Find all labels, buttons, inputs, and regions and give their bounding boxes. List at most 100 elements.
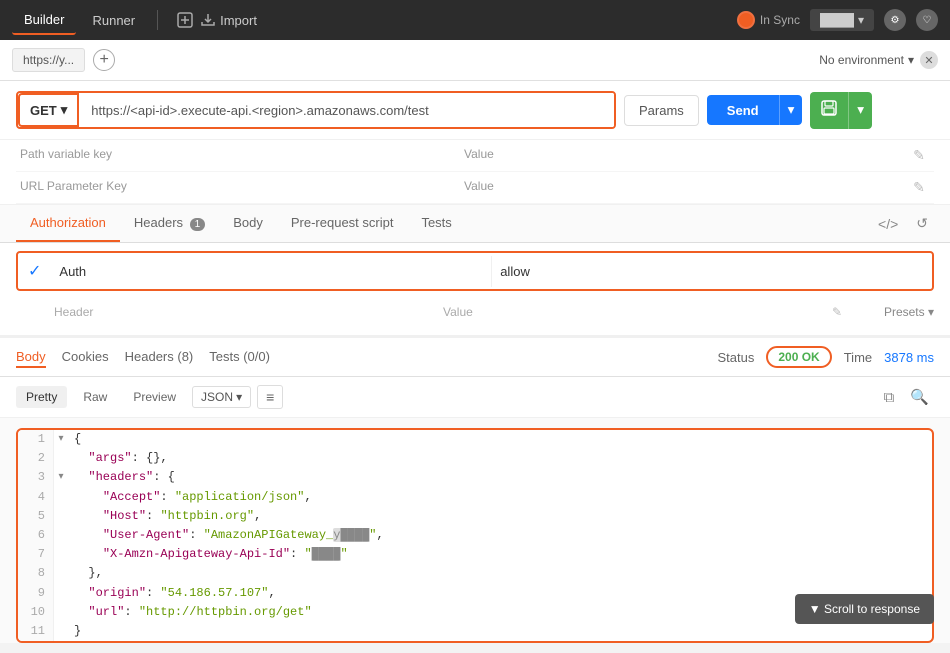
header-placeholder-row: Header Value ✎ Presets ▾ — [16, 297, 934, 327]
url-bar-row: https://y... + No environment ▾ ✕ — [0, 40, 950, 81]
search-button[interactable]: 🔍 — [905, 385, 934, 409]
favorites-button[interactable]: ♡ — [916, 9, 938, 31]
params-button[interactable]: Params — [624, 95, 699, 126]
line-toggle-11 — [54, 622, 68, 641]
line-toggle-2 — [54, 449, 68, 468]
code-icon-button[interactable]: </> — [872, 211, 904, 236]
main-content: GET ▾ Params Send ▾ ▾ Path variable key … — [0, 81, 950, 643]
line-toggle-3[interactable]: ▾ — [54, 468, 68, 487]
runner-tab[interactable]: Runner — [80, 7, 147, 34]
resp-tab-cookies[interactable]: Cookies — [62, 347, 109, 368]
code-line-6: 6 "User-Agent": "AmazonAPIGateway_y████"… — [18, 526, 932, 545]
format-pretty[interactable]: Pretty — [16, 386, 67, 408]
placeholder-spacer — [16, 308, 46, 316]
time-value: 3878 ms — [884, 350, 934, 365]
save-dropdown-button[interactable]: ▾ — [848, 92, 872, 129]
reset-icon-button[interactable]: ↺ — [910, 211, 934, 236]
top-bar-left: Builder Runner Import — [12, 6, 257, 35]
tab-actions: </> ↺ — [872, 211, 934, 236]
response-tabs-bar: Body Cookies Headers (8) Tests (0/0) Sta… — [0, 338, 950, 377]
add-tab-button[interactable]: + — [93, 49, 115, 71]
code-line-4: 4 "Accept": "application/json", — [18, 488, 932, 507]
url-input[interactable] — [79, 93, 614, 127]
env-close-button[interactable]: ✕ — [920, 51, 938, 69]
tab-body-label: Body — [233, 215, 263, 230]
resp-tab-tests[interactable]: Tests (0/0) — [209, 347, 270, 368]
tab-headers[interactable]: Headers 1 — [120, 205, 219, 242]
line-num-10: 10 — [18, 603, 54, 622]
sync-label: In Sync — [760, 13, 800, 27]
resp-tab-body[interactable]: Body — [16, 347, 46, 368]
header-key-input[interactable] — [51, 256, 491, 287]
send-button[interactable]: Send — [707, 95, 779, 125]
current-tab: https://y... — [12, 48, 85, 72]
tab-body[interactable]: Body — [219, 205, 277, 242]
line-num-11: 11 — [18, 622, 54, 641]
profile-button[interactable]: ████ ▾ — [810, 9, 874, 31]
env-button[interactable]: No environment ▾ — [819, 53, 914, 67]
format-raw[interactable]: Raw — [73, 386, 117, 408]
json-label: JSON — [201, 390, 233, 404]
new-tab-button[interactable] — [176, 11, 194, 29]
presets-button[interactable]: Presets ▾ — [854, 305, 934, 319]
json-select[interactable]: JSON ▾ — [192, 386, 251, 408]
format-preview[interactable]: Preview — [123, 386, 186, 408]
url-key-label: URL Parameter Key — [16, 172, 460, 204]
line-num-9: 9 — [18, 584, 54, 603]
headers-badge: 1 — [190, 218, 206, 231]
sync-indicator: In Sync — [737, 11, 800, 29]
scroll-to-response-button[interactable]: ▼ Scroll to response — [795, 594, 934, 624]
check-icon: ✓ — [28, 261, 41, 281]
code-line-8: 8 }, — [18, 564, 932, 583]
top-bar-right: In Sync ████ ▾ ⚙ ♡ — [737, 9, 938, 31]
line-num-6: 6 — [18, 526, 54, 545]
wrap-button[interactable]: ≡ — [257, 385, 283, 409]
status-label: Status — [718, 350, 755, 365]
json-arrow: ▾ — [236, 390, 242, 404]
line-content-8: }, — [68, 564, 932, 583]
sync-dot — [737, 11, 755, 29]
import-button[interactable]: Import — [200, 12, 257, 28]
settings-button[interactable]: ⚙ — [884, 9, 906, 31]
line-content-11: } — [68, 622, 932, 641]
line-num-5: 5 — [18, 507, 54, 526]
line-toggle-7 — [54, 545, 68, 564]
status-badge: 200 OK — [766, 346, 831, 368]
path-value-label: Value — [460, 140, 904, 172]
path-key-label: Path variable key — [16, 140, 460, 172]
line-toggle-4 — [54, 488, 68, 507]
tab-pre-request[interactable]: Pre-request script — [277, 205, 408, 242]
code-line-5: 5 "Host": "httpbin.org", — [18, 507, 932, 526]
code-line-11: 11 } — [18, 622, 932, 641]
line-content-4: "Accept": "application/json", — [68, 488, 932, 507]
env-label: No environment — [819, 53, 904, 67]
import-label: Import — [220, 13, 257, 28]
code-line-1: 1 ▾ { — [18, 430, 932, 449]
line-toggle-9 — [54, 584, 68, 603]
resp-tab-headers[interactable]: Headers (8) — [125, 347, 194, 368]
placeholder-edit: ✎ — [824, 301, 854, 323]
copy-button[interactable]: ⧉ — [879, 385, 900, 409]
tab-tests-label: Tests — [421, 215, 451, 230]
tab-authorization-label: Authorization — [30, 215, 106, 230]
line-toggle-1[interactable]: ▾ — [54, 430, 68, 449]
line-content-2: "args": {}, — [68, 449, 932, 468]
send-dropdown-button[interactable]: ▾ — [779, 95, 803, 125]
header-value-input[interactable] — [491, 256, 932, 287]
check-cell: ✓ — [18, 253, 51, 289]
env-select: No environment ▾ ✕ — [819, 51, 938, 69]
request-tabs: Authorization Headers 1 Body Pre-request… — [0, 205, 950, 243]
line-num-8: 8 — [18, 564, 54, 583]
method-select[interactable]: GET ▾ — [18, 93, 79, 127]
line-num-7: 7 — [18, 545, 54, 564]
placeholder-key: Header — [46, 301, 435, 323]
env-arrow: ▾ — [908, 53, 914, 67]
code-line-3: 3 ▾ "headers": { — [18, 468, 932, 487]
tab-tests[interactable]: Tests — [407, 205, 465, 242]
builder-tab[interactable]: Builder — [12, 6, 76, 35]
tab-headers-label: Headers — [134, 215, 183, 230]
line-toggle-10 — [54, 603, 68, 622]
resp-format-bar: Pretty Raw Preview JSON ▾ ≡ ⧉ 🔍 — [0, 377, 950, 418]
tab-authorization[interactable]: Authorization — [16, 205, 120, 242]
save-button[interactable] — [810, 92, 848, 129]
